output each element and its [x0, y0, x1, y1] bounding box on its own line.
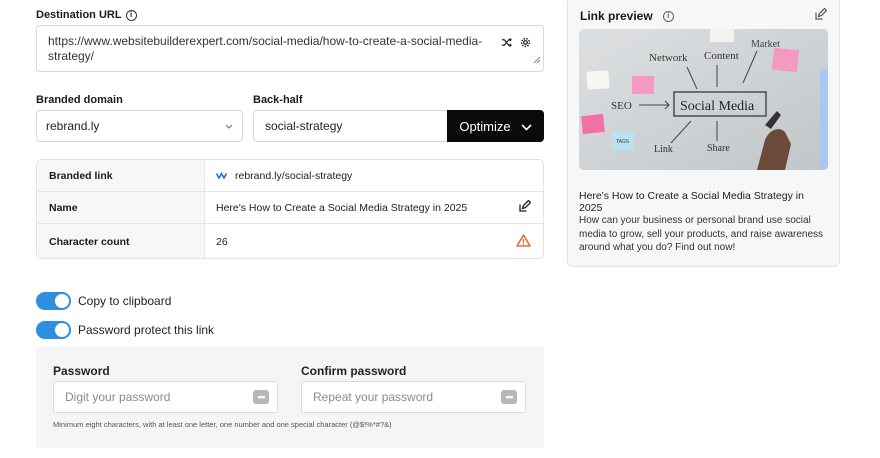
- preview-description: How can your business or personal brand …: [579, 215, 824, 253]
- link-preview-label: Link preview: [580, 9, 653, 23]
- table-key: Name: [37, 192, 205, 223]
- destination-url-value[interactable]: https://www.websitebuilderexpert.com/soc…: [48, 34, 488, 64]
- warning-icon: [516, 234, 531, 250]
- preview-image-word: Network: [649, 52, 688, 64]
- table-value-cell: 26: [205, 224, 543, 258]
- password-hint: Minimum eight characters, with at least …: [53, 420, 392, 429]
- confirm-password-input[interactable]: Repeat your password •••: [301, 381, 526, 413]
- table-row-branded-link: Branded link rebrand.ly/social-strategy: [37, 160, 543, 192]
- password-input[interactable]: Digit your password •••: [53, 381, 278, 413]
- password-manager-icon[interactable]: •••: [253, 390, 269, 404]
- info-circle-icon[interactable]: i: [662, 10, 674, 22]
- edit-icon[interactable]: [518, 199, 532, 216]
- confirm-password-placeholder: Repeat your password: [313, 390, 434, 404]
- shuffle-icon[interactable]: [501, 37, 512, 51]
- branded-domain-label: Branded domain: [36, 94, 123, 106]
- preview-image-word: Content: [704, 50, 739, 62]
- password-manager-icon[interactable]: •••: [501, 390, 517, 404]
- destination-url-label-row: Destination URL i: [36, 9, 137, 21]
- link-info-table: Branded link rebrand.ly/social-strategy …: [36, 159, 544, 259]
- preview-image: Network Content Market SEO Social Media …: [579, 29, 828, 170]
- back-half-label: Back-half: [253, 94, 303, 106]
- link-preview-header: Link preview i: [580, 9, 674, 23]
- copy-to-clipboard-label: Copy to clipboard: [78, 294, 172, 308]
- password-protect-toggle[interactable]: [36, 321, 71, 339]
- table-value-cell: rebrand.ly/social-strategy: [205, 160, 543, 191]
- password-protect-label: Password protect this link: [78, 323, 215, 337]
- copy-to-clipboard-toggle[interactable]: [36, 292, 71, 310]
- chevron-down-icon: [225, 121, 233, 131]
- password-protect-row: Password protect this link: [36, 321, 214, 339]
- branded-domain-select[interactable]: rebrand.ly: [36, 110, 243, 142]
- preview-title: Here's How to Create a Social Media Stra…: [579, 190, 804, 214]
- link-preview-card: Link preview i Network Content Market SE…: [567, 0, 840, 267]
- branded-link-value[interactable]: rebrand.ly/social-strategy: [235, 170, 352, 182]
- chevron-down-icon: [521, 119, 532, 134]
- optimize-button[interactable]: Optimize: [447, 110, 544, 142]
- table-row-name: Name Here's How to Create a Social Media…: [37, 192, 543, 224]
- info-circle-icon[interactable]: i: [125, 9, 137, 21]
- preview-image-word: Market: [751, 39, 780, 50]
- table-value-cell: Here's How to Create a Social Media Stra…: [205, 192, 543, 223]
- branded-domain-value: rebrand.ly: [46, 119, 100, 133]
- destination-url-field[interactable]: https://www.websitebuilderexpert.com/soc…: [36, 25, 544, 72]
- back-half-value: social-strategy: [265, 119, 343, 133]
- back-half-input[interactable]: social-strategy: [253, 110, 449, 142]
- password-panel: Password Confirm password Digit your pas…: [36, 347, 544, 448]
- optimize-button-label: Optimize: [459, 118, 511, 134]
- table-key: Character count: [37, 224, 205, 258]
- gear-icon[interactable]: [520, 37, 531, 51]
- password-label: Password: [53, 364, 110, 378]
- password-placeholder: Digit your password: [65, 390, 171, 404]
- preview-image-word: TAGS: [616, 139, 630, 145]
- preview-image-word: Social Media: [680, 99, 755, 114]
- preview-image-word: SEO: [611, 100, 632, 112]
- rebrandly-logo-icon: [215, 171, 228, 181]
- edit-icon[interactable]: [814, 7, 828, 26]
- preview-image-word: Share: [707, 143, 730, 154]
- table-row-character-count: Character count 26: [37, 224, 543, 258]
- destination-url-label: Destination URL: [36, 9, 122, 21]
- preview-image-word: Link: [654, 144, 673, 155]
- copy-to-clipboard-row: Copy to clipboard: [36, 292, 171, 310]
- character-count-value: 26: [216, 236, 228, 248]
- resize-grip-icon[interactable]: [533, 51, 541, 69]
- table-key: Branded link: [37, 160, 205, 191]
- confirm-password-label: Confirm password: [301, 364, 407, 378]
- link-name-value: Here's How to Create a Social Media Stra…: [216, 201, 468, 214]
